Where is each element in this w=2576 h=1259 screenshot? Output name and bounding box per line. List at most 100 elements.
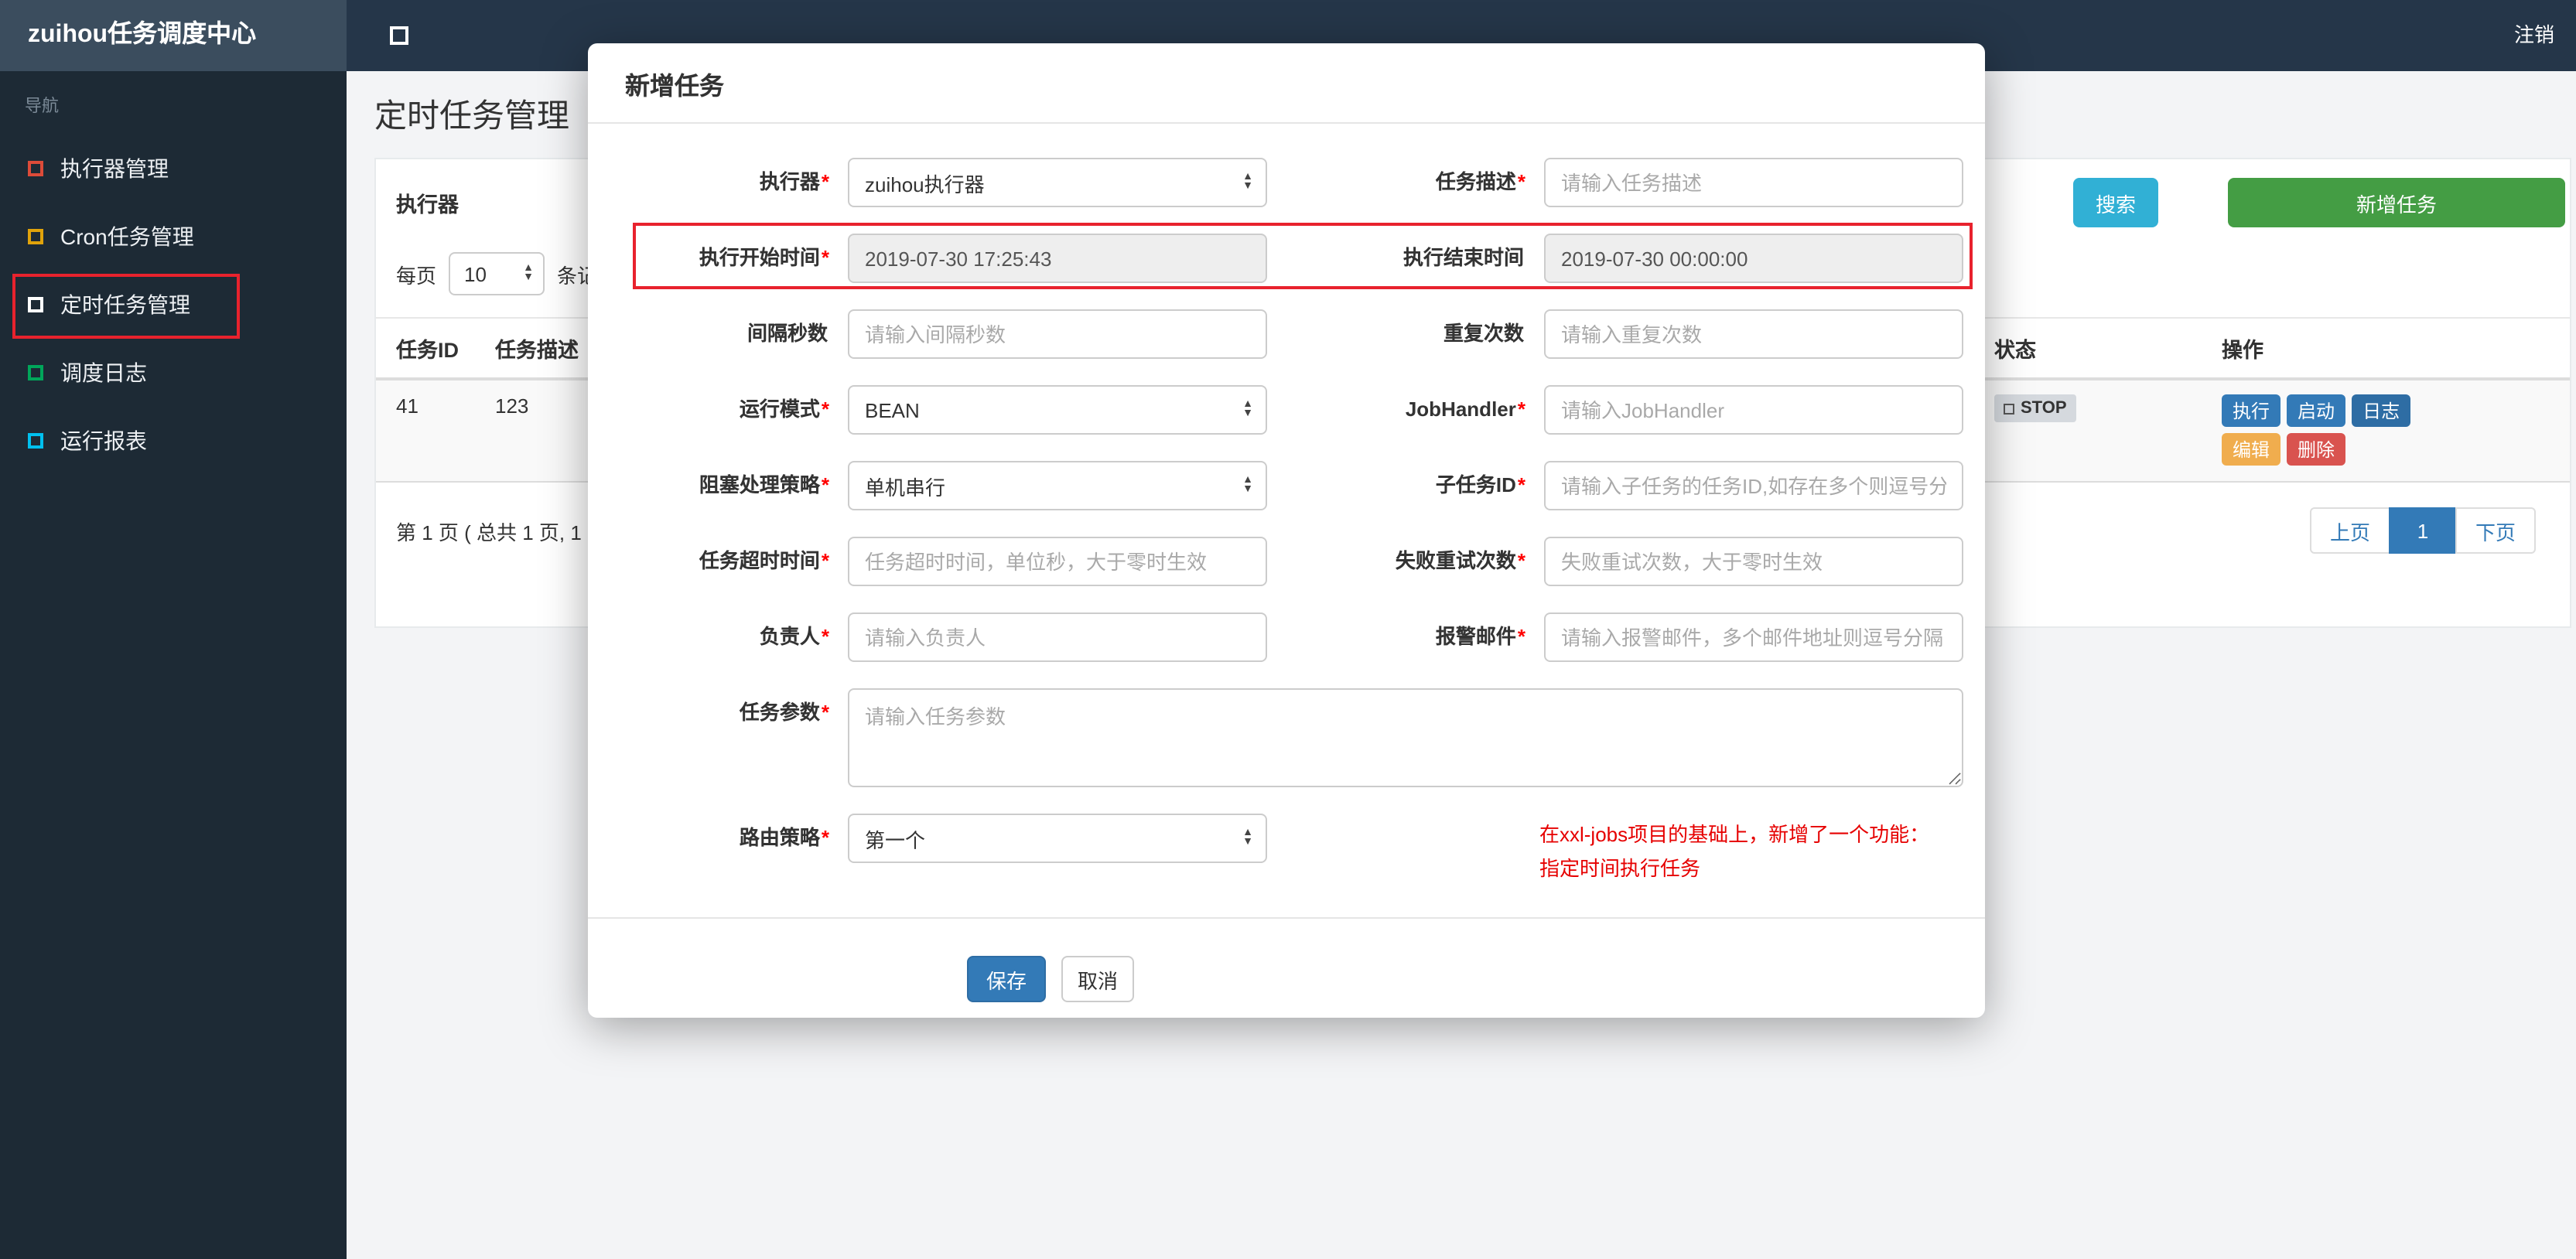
run-mode-select[interactable]: BEAN ▲ ▼	[848, 385, 1267, 435]
required-asterisk: *	[821, 473, 829, 496]
end-time-input[interactable]	[1544, 234, 1963, 283]
modal-footer: 保存 取消	[588, 917, 1985, 1002]
search-button[interactable]: 搜索	[2073, 178, 2158, 227]
alarm-email-input[interactable]	[1544, 612, 1963, 662]
sidebar-item-run-report[interactable]: 运行报表	[0, 407, 347, 475]
field-label: 失败重试次数 *	[1395, 549, 1525, 572]
sidebar-collapse-icon[interactable]	[390, 26, 408, 45]
repeat-count-input[interactable]	[1544, 309, 1963, 359]
select-caret-icon: ▲ ▼	[1242, 827, 1253, 848]
job-desc-input[interactable]	[1544, 158, 1963, 207]
executor-select[interactable]: zuihou执行器 ▲ ▼	[848, 158, 1267, 207]
field-label: 任务参数 *	[739, 701, 829, 724]
required-asterisk: *	[1517, 170, 1525, 193]
feature-note-line1: 在xxl-jobs项目的基础上，新增了一个功能：	[1539, 823, 1930, 846]
cell-task-id: 41	[396, 394, 419, 418]
per-page-select[interactable]: 10 ▲ ▼	[449, 252, 545, 295]
job-param-textarea[interactable]	[848, 688, 1963, 787]
page-1-button[interactable]: 1	[2388, 507, 2457, 554]
executor-filter-label: 执行器	[396, 193, 459, 217]
required-asterisk: *	[821, 246, 829, 269]
save-button[interactable]: 保存	[967, 956, 1046, 1002]
modal-form-row: 执行器 * zuihou执行器 ▲ ▼ 任务描述 *	[613, 158, 1963, 207]
route-strategy-select[interactable]: 第一个 ▲ ▼	[848, 814, 1267, 863]
sidebar-item-label: 定时任务管理	[60, 292, 190, 317]
field-label: 执行器 *	[759, 170, 829, 193]
log-button[interactable]: 日志	[2352, 394, 2411, 427]
feature-note-line2: 指定时间执行任务	[1539, 857, 1701, 880]
sidebar: 导航 执行器管理 Cron任务管理 定时任务管理 调度日志 运行报表	[0, 71, 347, 1259]
field-label: 运行模式 *	[739, 397, 829, 421]
sidebar-item-schedule-log[interactable]: 调度日志	[0, 339, 347, 407]
square-icon	[28, 229, 43, 244]
field-label: 负责人 *	[759, 625, 829, 648]
per-page-value: 10	[464, 262, 487, 285]
required-asterisk: *	[821, 549, 829, 572]
per-page-label: 每页	[396, 264, 437, 287]
field-label: 路由策略 *	[739, 826, 829, 849]
select-caret-icon: ▲ ▼	[1242, 172, 1253, 192]
required-asterisk: *	[821, 397, 829, 421]
sidebar-item-executor-manage[interactable]: 执行器管理	[0, 135, 347, 203]
required-asterisk: *	[1517, 549, 1525, 572]
owner-input[interactable]	[848, 612, 1267, 662]
start-time-input[interactable]	[848, 234, 1267, 283]
sidebar-menu: 执行器管理 Cron任务管理 定时任务管理 调度日志 运行报表	[0, 135, 347, 475]
required-asterisk: *	[821, 625, 829, 648]
run-button[interactable]: 执行	[2222, 394, 2281, 427]
field-label: 报警邮件 *	[1435, 625, 1525, 648]
square-icon	[28, 297, 43, 312]
col-status: 状态	[1994, 339, 2036, 362]
prev-page-button[interactable]: 上页	[2309, 507, 2390, 554]
modal-title: 新增任务	[588, 43, 1985, 124]
feature-note: 在xxl-jobs项目的基础上，新增了一个功能： 指定时间执行任务	[1539, 818, 1929, 886]
executor-select-value: zuihou执行器	[865, 172, 985, 196]
field-label: 执行开始时间 *	[699, 246, 829, 269]
select-caret-icon: ▲ ▼	[1242, 399, 1253, 419]
next-page-button[interactable]: 下页	[2455, 507, 2536, 554]
pagination-summary: 第 1 页 ( 总共 1 页, 1	[396, 520, 582, 544]
field-label: 任务描述 *	[1435, 170, 1525, 193]
cell-actions: 执行 启动 日志 编辑 删除	[2222, 394, 2570, 466]
cell-status: STOP	[1994, 394, 2222, 422]
block-strategy-select[interactable]: 单机串行 ▲ ▼	[848, 461, 1267, 510]
field-label: 阻塞处理策略 *	[699, 473, 829, 496]
modal-form-row: 负责人* 报警邮件*	[613, 612, 1963, 662]
field-label: JobHandler *	[1405, 397, 1525, 421]
modal-form-row: 路由策略 * 第一个 ▲ ▼ 在xxl-jobs项目的基础上，新增了一个功能： 指定…	[613, 814, 1963, 886]
jobhandler-input[interactable]	[1544, 385, 1963, 435]
modal-form-row: 任务超时时间* 失败重试次数*	[613, 537, 1963, 586]
add-task-button[interactable]: 新增任务	[2228, 178, 2565, 227]
modal-body: 执行器 * zuihou执行器 ▲ ▼ 任务描述 * 请输入任务描述 执行开始时…	[588, 124, 1985, 886]
required-asterisk: *	[1517, 473, 1525, 496]
timeout-input[interactable]	[848, 537, 1267, 586]
required-asterisk: *	[821, 826, 829, 849]
modal-form-row: 间隔秒数 重复次数	[613, 309, 1963, 359]
app-root: zuihou任务调度中心 注销 导航 执行器管理 Cron任务管理 定时任务管理…	[0, 0, 2576, 1259]
stop-square-icon	[2004, 403, 2014, 414]
delete-button[interactable]: 删除	[2287, 433, 2346, 466]
field-label: 间隔秒数	[746, 322, 828, 345]
block-strategy-select-value: 单机串行	[865, 476, 946, 499]
modal-form-row: 任务参数 *	[613, 688, 1963, 787]
retry-count-input[interactable]	[1544, 537, 1963, 586]
required-asterisk: *	[1517, 397, 1525, 421]
logout-link[interactable]: 注销	[2514, 0, 2554, 71]
required-asterisk: *	[1517, 625, 1525, 648]
col-action: 操作	[2222, 339, 2263, 362]
square-icon	[28, 365, 43, 380]
start-button[interactable]: 启动	[2287, 394, 2346, 427]
field-label: 子任务ID *	[1435, 473, 1525, 496]
sidebar-item-label: 运行报表	[60, 428, 147, 453]
field-label: 重复次数	[1443, 322, 1524, 345]
edit-button[interactable]: 编辑	[2222, 433, 2281, 466]
cancel-button[interactable]: 取消	[1061, 956, 1134, 1002]
select-caret-icon: ▲ ▼	[1242, 475, 1253, 495]
modal-form-row: 执行开始时间* 执行结束时间	[613, 234, 1963, 283]
status-text: STOP	[2021, 399, 2067, 418]
sidebar-item-timed-task-manage[interactable]: 定时任务管理	[0, 271, 347, 339]
sidebar-item-cron-task-manage[interactable]: Cron任务管理	[0, 203, 347, 271]
interval-seconds-input[interactable]	[848, 309, 1267, 359]
child-job-id-input[interactable]	[1544, 461, 1963, 510]
square-icon	[28, 161, 43, 176]
